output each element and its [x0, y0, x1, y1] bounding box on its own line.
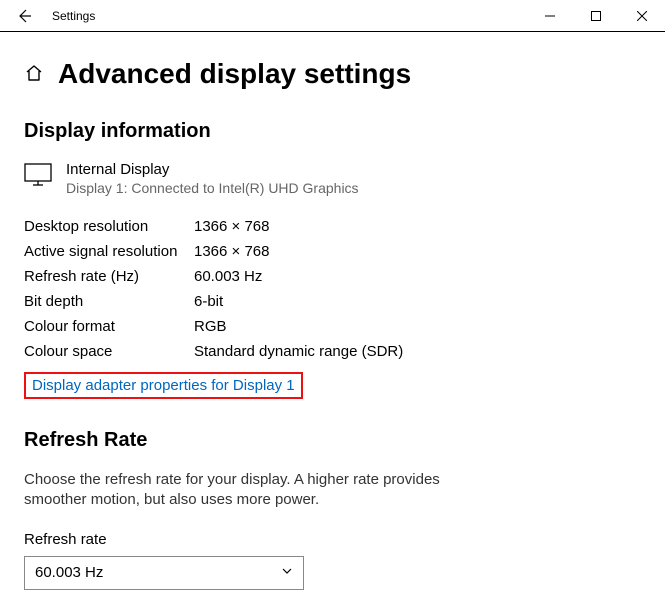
table-row: Active signal resolution1366 × 768 [24, 239, 641, 264]
page-header: Advanced display settings [24, 58, 641, 90]
minimize-button[interactable] [527, 0, 573, 32]
window-controls [527, 0, 665, 32]
display-summary: Internal Display Display 1: Connected to… [24, 161, 641, 196]
prop-key: Refresh rate (Hz) [24, 268, 194, 285]
table-row: Desktop resolution1366 × 768 [24, 214, 641, 239]
highlight-annotation: Display adapter properties for Display 1 [24, 372, 303, 399]
table-row: Bit depth6-bit [24, 289, 641, 314]
minimize-icon [545, 11, 555, 21]
chevron-down-icon [281, 564, 293, 581]
close-button[interactable] [619, 0, 665, 32]
display-subtext: Display 1: Connected to Intel(R) UHD Gra… [66, 180, 359, 196]
prop-key: Colour space [24, 343, 194, 360]
display-info-heading: Display information [24, 120, 641, 143]
content: Advanced display settings Display inform… [0, 32, 665, 590]
monitor-icon [24, 163, 52, 196]
maximize-icon [591, 11, 601, 21]
refresh-rate-dropdown[interactable]: 60.003 Hz [24, 556, 304, 590]
close-icon [637, 11, 647, 21]
arrow-left-icon [16, 8, 32, 24]
titlebar: Settings [0, 0, 665, 32]
table-row: Colour formatRGB [24, 314, 641, 339]
display-name: Internal Display [66, 161, 359, 178]
refresh-rate-section: Refresh Rate Choose the refresh rate for… [24, 429, 641, 590]
prop-val: 60.003 Hz [194, 268, 262, 285]
prop-key: Desktop resolution [24, 218, 194, 235]
prop-val: 6-bit [194, 293, 223, 310]
dropdown-selected-value: 60.003 Hz [35, 564, 103, 581]
prop-key: Active signal resolution [24, 243, 194, 260]
maximize-button[interactable] [573, 0, 619, 32]
back-button[interactable] [8, 0, 40, 32]
prop-val: 1366 × 768 [194, 218, 270, 235]
table-row: Refresh rate (Hz)60.003 Hz [24, 264, 641, 289]
refresh-rate-label: Refresh rate [24, 531, 641, 548]
home-icon[interactable] [24, 63, 44, 86]
prop-val: Standard dynamic range (SDR) [194, 343, 403, 360]
prop-val: RGB [194, 318, 227, 335]
window-title: Settings [52, 9, 527, 23]
adapter-properties-link[interactable]: Display adapter properties for Display 1 [32, 377, 295, 394]
refresh-rate-heading: Refresh Rate [24, 429, 641, 452]
prop-key: Colour format [24, 318, 194, 335]
page-title: Advanced display settings [58, 58, 411, 90]
prop-key: Bit depth [24, 293, 194, 310]
prop-val: 1366 × 768 [194, 243, 270, 260]
refresh-rate-description: Choose the refresh rate for your display… [24, 470, 494, 511]
table-row: Colour spaceStandard dynamic range (SDR) [24, 339, 641, 364]
display-properties-table: Desktop resolution1366 × 768 Active sign… [24, 214, 641, 364]
